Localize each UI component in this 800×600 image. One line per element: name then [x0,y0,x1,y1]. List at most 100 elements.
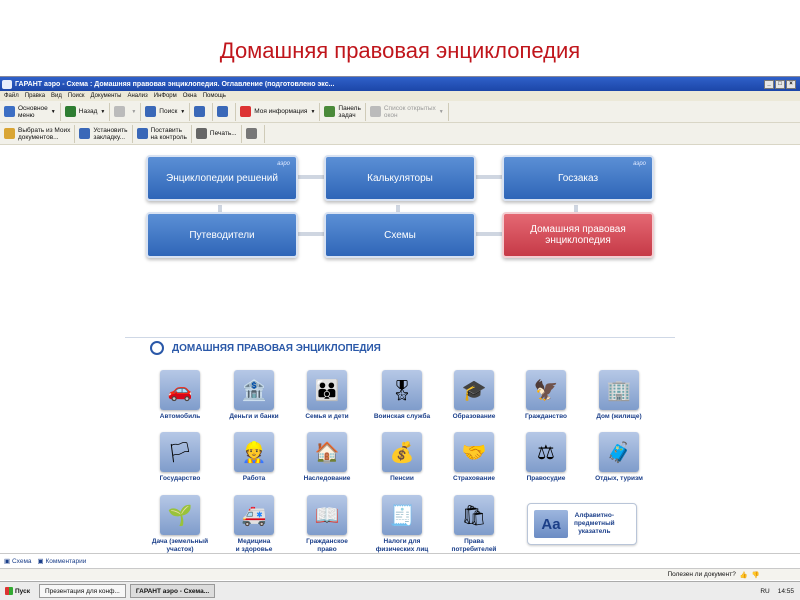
maximize-icon[interactable]: □ [775,79,785,89]
back-icon [64,106,76,117]
toolbar-button-label: Назад [78,108,98,115]
category-item[interactable]: 👪 Семья и дети [291,370,363,421]
window-titlebar[interactable]: ГАРАНТ аэро - Схема : Домашняя правовая … [0,77,800,91]
gavel-icon: ⚖ [526,432,566,472]
window-title: ГАРАНТ аэро - Схема : Домашняя правовая … [15,80,335,88]
category-item[interactable]: 🦅 Гражданство [510,370,582,421]
toolbar-main: Основное меню ▼ Назад ▼ ▼ Поиск ▼ Моя информаци… [0,101,800,123]
menu-item[interactable]: Анализ [127,93,147,99]
clock: 14:55 [777,587,794,595]
toolbar-button[interactable] [190,102,214,121]
tab-comments[interactable]: ▣ Комментарии [38,557,87,565]
toolbar-button[interactable]: Моя информация ▼ [236,102,321,121]
category-label: Страхование [453,475,495,482]
category-item[interactable]: 🏳 Государство [144,432,216,483]
app-window: ГАРАНТ аэро - Схема : Домашняя правовая … [0,76,800,600]
toolbar-button[interactable]: Поставить на контроль [133,124,192,143]
category-label: Семья и дети [305,413,349,420]
aero-badge: аэро [633,161,646,167]
category-item[interactable]: 🤝 Страхование [438,432,510,483]
category-item[interactable]: 🚑 Медицина и здоровье [218,495,290,554]
scheme-button[interactable]: Госзаказ аэро [502,155,654,201]
toolbar-button[interactable]: Назад ▼ [61,102,111,121]
scheme-button-label: Госзаказ [557,172,599,184]
close-icon[interactable]: × [786,79,796,89]
thumbs-down-icon[interactable]: 👎 [752,571,760,579]
menu-item[interactable]: Документы [91,93,122,99]
scheme-button[interactable]: Домашняя правовая энциклопедия [502,212,654,258]
chevron-down-icon[interactable]: ▼ [51,109,56,115]
toolbar-button[interactable]: Установить закладку... [75,124,133,143]
category-item[interactable]: ⚖ Правосудие [510,432,582,483]
category-label: Гражданское право [306,538,348,553]
minimize-icon[interactable]: _ [764,79,774,89]
section-header: ДОМАШНЯЯ ПРАВОВАЯ ЭНЦИКЛОПЕДИЯ [150,341,381,355]
menu-item[interactable]: ИнФорм [154,93,177,99]
building-icon: 🏢 [599,370,639,410]
category-item[interactable]: 📖 Гражданское право [291,495,363,554]
category-item[interactable]: 🏢 Дом (жилище) [583,370,655,421]
start-button[interactable]: Пуск [0,585,35,597]
chevron-down-icon[interactable]: ▼ [439,109,444,115]
toolbar-button-label: Печать... [209,130,237,137]
print-icon [195,128,207,139]
category-item[interactable]: 🚗 Автомобиль [144,370,216,421]
toolbar-button[interactable]: Панель задач [320,102,366,121]
toolbar-button[interactable]: Поиск ▼ [141,102,191,121]
category-item[interactable]: 👷 Работа [218,432,290,483]
control-icon [136,128,148,139]
chevron-down-icon[interactable]: ▼ [310,109,315,115]
category-item[interactable]: 🛍 Права потребителей [438,495,510,554]
thumbs-up-icon[interactable]: 👍 [740,571,748,579]
tasks-icon [324,106,336,117]
menu-item[interactable]: Помощь [203,93,226,99]
scheme-button[interactable]: Энциклопедии решений аэро [146,155,298,201]
home-icon [4,106,15,117]
garant-logo-icon [2,79,12,89]
toolbar-button[interactable]: Печать... [192,124,242,143]
slide-title: Домашняя правовая энциклопедия [219,38,581,63]
menu-item[interactable]: Файл [4,93,19,99]
scheme-button[interactable]: Схемы [324,212,476,258]
book-icon: 📖 [307,495,347,535]
category-label: Наследование [303,475,351,482]
toolbar-button[interactable]: Выбрать из Моих документов... [0,124,76,143]
category-item[interactable]: 🏦 Деньги и банки [218,370,290,421]
category-item[interactable]: 🌱 Дача (земельный участок) [144,495,216,554]
tab-scheme[interactable]: ▣ Схема [4,557,32,565]
alphabetical-index-button[interactable]: Aa Алфавитно- предметный указатель [527,503,637,545]
toolbar-button[interactable]: Основное меню ▼ [0,102,61,121]
category-item[interactable]: 🧳 Отдых, туризм [583,432,655,483]
category-item[interactable]: 🎖 Воинская служба [366,370,438,421]
toolbar-button-label: Список открытых окон [383,104,436,119]
chevron-down-icon[interactable]: ▼ [180,109,185,115]
category-item[interactable]: 🧾 Налоги для физических лиц [366,495,438,554]
toolbar-button[interactable] [242,124,265,143]
menu-item[interactable]: Поиск [68,93,85,99]
system-tray: RU 14:55 [760,588,800,595]
category-label: Права потребителей [451,538,497,553]
category-item[interactable]: 🎓 Образование [438,370,510,421]
windows-icon [369,106,381,117]
toolbar-button[interactable] [213,102,237,121]
scheme-button[interactable]: Калькуляторы [324,155,476,201]
chevron-down-icon[interactable]: ▼ [100,109,105,115]
category-item[interactable]: 🏠 Наследование [291,432,363,483]
menu-item[interactable]: Окна [183,93,197,99]
scheme-button-label: Путеводители [189,229,255,241]
toolbar-button[interactable]: ▼ [110,102,142,121]
font-decrease-icon [217,106,229,117]
toolbar-button[interactable]: Список открытых окон ▼ [366,102,449,121]
taskbar-task[interactable]: Презентация для конф... [39,584,126,598]
language-indicator[interactable]: RU [760,588,769,595]
menu-item[interactable]: Вид [51,93,62,99]
folder-icon [4,128,15,139]
menu-item[interactable]: Правка [25,93,45,99]
start-label: Пуск [15,587,30,595]
taskbar-task[interactable]: ГАРАНТ аэро - Схема... [129,584,216,598]
scheme-button[interactable]: Путеводители [146,212,298,258]
toolbar-button-label: Выбрать из Моих документов... [18,126,71,141]
chevron-down-icon[interactable]: ▼ [131,109,136,115]
status-bar: Полезен ли документ? 👍 👎 [0,568,800,580]
category-item[interactable]: 💰 Пенсии [366,432,438,483]
